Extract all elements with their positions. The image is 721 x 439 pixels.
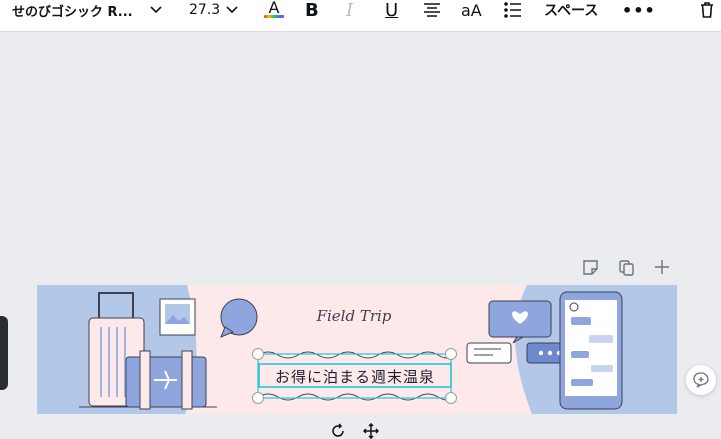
rotate-icon[interactable] — [330, 423, 346, 438]
chevron-down-icon[interactable] — [226, 0, 238, 20]
sticky-note-icon[interactable] — [582, 258, 599, 276]
more-options-button[interactable]: ••• — [622, 0, 656, 20]
photo-frame-illustration — [159, 298, 196, 336]
letter-case-button[interactable]: aA — [461, 0, 482, 20]
banner-design[interactable]: Field Trip お得に泊まる週末温泉 — [37, 285, 677, 414]
trash-icon[interactable] — [698, 0, 716, 20]
text-toolbar: せのびゴシック R... 27.3 A B I U aA スペース ••• — [0, 0, 721, 32]
bulleted-list-icon[interactable] — [504, 0, 522, 20]
underline-button[interactable]: U — [385, 0, 398, 21]
spacing-button[interactable]: スペース — [544, 0, 598, 20]
italic-button[interactable]: I — [346, 0, 353, 21]
bold-button[interactable]: B — [305, 0, 319, 21]
font-size-dropdown[interactable]: 27.3 — [189, 0, 220, 20]
text-color-icon: A — [268, 0, 280, 17]
banner-artwork: Field Trip お得に泊まる週末温泉 — [79, 285, 623, 414]
move-icon[interactable] — [363, 423, 379, 439]
align-center-icon[interactable] — [423, 0, 441, 20]
headline-text[interactable]: お得に泊まる週末温泉 — [275, 368, 435, 386]
side-panel-handle[interactable] — [0, 316, 8, 390]
color-swatch-bar — [264, 15, 284, 18]
message-bubble-illustration — [466, 342, 512, 364]
plus-icon[interactable] — [654, 258, 670, 276]
font-family-dropdown[interactable]: せのびゴシック R... — [12, 0, 133, 20]
duplicate-page-icon[interactable] — [618, 258, 635, 276]
text-color-button[interactable]: A — [263, 0, 285, 20]
script-title: Field Trip — [316, 307, 392, 325]
heart-bubble-illustration — [488, 300, 552, 344]
chevron-down-icon[interactable] — [150, 0, 162, 20]
add-comment-icon[interactable] — [686, 365, 716, 395]
smartphone-illustration — [559, 291, 623, 410]
